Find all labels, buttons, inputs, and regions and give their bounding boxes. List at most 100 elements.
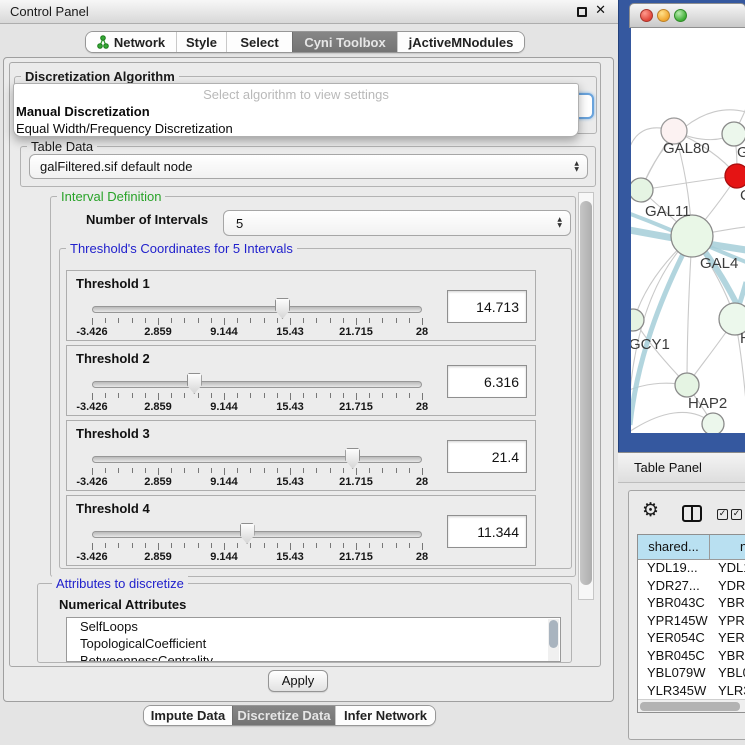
cell-name[interactable]: YBL0...: [710, 665, 745, 683]
slider-thumb[interactable]: [345, 448, 360, 469]
slider-ticks: [92, 318, 424, 326]
tab-network[interactable]: Network: [86, 32, 176, 52]
network-edge[interactable]: [641, 176, 737, 190]
checkbox-icon[interactable]: ✓: [717, 509, 728, 520]
number-of-intervals-value: 5: [236, 211, 243, 237]
tab-infer-network[interactable]: Infer Network: [335, 706, 435, 725]
tab-impute-data[interactable]: Impute Data: [144, 706, 232, 725]
network-window-frame[interactable]: GAL80GACGAL11GAL4GCY1HHAP2: [618, 0, 745, 452]
table-row[interactable]: YPR145WYPR1...: [638, 613, 745, 631]
tab-jactivemnodules[interactable]: jActiveMNodules: [397, 32, 524, 52]
network-edge[interactable]: [631, 412, 713, 432]
threshold-value-field[interactable]: 6.316: [447, 365, 527, 398]
attribute-list-item[interactable]: SelfLoops: [67, 618, 560, 635]
cell-shared-name[interactable]: YLR345W: [638, 683, 710, 701]
cell-shared-name[interactable]: YDR27...: [638, 578, 710, 596]
network-node[interactable]: [631, 309, 644, 331]
network-node-label: C: [740, 187, 745, 204]
tick-label: 15.43: [257, 476, 323, 488]
table-row[interactable]: YBR043CYBR0...: [638, 595, 745, 613]
tab-discretize-data[interactable]: Discretize Data: [232, 706, 335, 725]
slider-track[interactable]: [92, 531, 422, 538]
column-header-shared-name[interactable]: shared...: [638, 535, 710, 560]
table-row[interactable]: YBL079WYBL0...: [638, 665, 745, 683]
threshold-value-field[interactable]: 14.713: [447, 290, 527, 323]
table-row[interactable]: YDR27...YDR2...: [638, 578, 745, 596]
slider-thumb[interactable]: [275, 298, 290, 319]
algorithm-option-manual[interactable]: Manual Discretization: [14, 103, 578, 120]
cell-name[interactable]: YDL1...: [710, 560, 745, 578]
network-canvas[interactable]: GAL80GACGAL11GAL4GCY1HHAP2: [631, 28, 745, 433]
attribute-list-item[interactable]: TopologicalCoefficient: [67, 635, 560, 652]
close-window-button[interactable]: [640, 9, 653, 22]
cell-name[interactable]: YBR0...: [710, 595, 745, 613]
settings-scrollbar[interactable]: [578, 192, 594, 600]
tick-label: 15.43: [257, 326, 323, 338]
algorithm-option-equal-width[interactable]: Equal Width/Frequency Discretization: [14, 120, 578, 137]
numerical-attributes-list[interactable]: SelfLoopsTopologicalCoefficientBetweenne…: [66, 617, 561, 662]
slider-thumb[interactable]: [240, 523, 255, 544]
attributes-list-scrollbar-thumb[interactable]: [549, 620, 558, 648]
cell-shared-name[interactable]: YDL19...: [638, 560, 710, 578]
threshold-row-1: Threshold 1-3.4262.8599.14415.4321.71528…: [66, 270, 536, 341]
network-node-label: H: [740, 330, 745, 347]
network-node[interactable]: [722, 122, 745, 146]
network-window-titlebar[interactable]: [629, 3, 745, 28]
discretization-algorithm-group-title: Discretization Algorithm: [21, 69, 179, 84]
network-node[interactable]: [631, 178, 653, 202]
combo-arrows-icon: ▲▼: [557, 217, 562, 229]
cell-name[interactable]: YLR3...: [710, 683, 745, 701]
cell-name[interactable]: YDR2...: [710, 578, 745, 596]
cell-name[interactable]: YER0...: [710, 630, 745, 648]
minimize-window-button[interactable]: [657, 9, 670, 22]
network-node[interactable]: [702, 413, 724, 433]
slider-track[interactable]: [92, 306, 422, 313]
tick-label: 9.144: [191, 476, 257, 488]
algorithm-placeholder-option[interactable]: Select algorithm to view settings: [14, 84, 578, 103]
network-node[interactable]: [675, 373, 699, 397]
network-node-label: GAL4: [700, 255, 738, 272]
tab-style[interactable]: Style: [176, 32, 226, 52]
slider-thumb[interactable]: [187, 373, 202, 394]
cell-shared-name[interactable]: YBR045C: [638, 648, 710, 666]
slider-track[interactable]: [92, 381, 422, 388]
gear-icon[interactable]: ⚙: [642, 501, 659, 520]
screen: Control Panel ✕ NetworkStyleSelectCyni T…: [0, 0, 745, 745]
cell-shared-name[interactable]: YER054C: [638, 630, 710, 648]
network-edge[interactable]: [687, 236, 692, 385]
attributes-list-scrollbar[interactable]: [548, 619, 559, 662]
network-node[interactable]: [725, 164, 745, 188]
threshold-value-field[interactable]: 11.344: [447, 515, 527, 548]
number-of-intervals-combobox[interactable]: 5 ▲▼: [223, 210, 571, 236]
tick-label: -3.426: [59, 326, 125, 338]
table-horizontal-scrollbar[interactable]: [638, 699, 745, 712]
tab-label: Select: [240, 35, 278, 50]
column-header-name[interactable]: n: [710, 535, 745, 560]
cell-name[interactable]: YBR0...: [710, 648, 745, 666]
table-row[interactable]: YDL19...YDL1...: [638, 560, 745, 578]
columns-icon[interactable]: [682, 505, 702, 522]
close-icon[interactable]: ✕: [595, 3, 606, 18]
table-horizontal-scrollbar-thumb[interactable]: [640, 702, 740, 711]
checkbox-icon[interactable]: ✓: [731, 509, 742, 520]
table-data-combobox[interactable]: galFiltered.sif default node ▲▼: [29, 154, 588, 179]
attribute-list-item[interactable]: BetweennessCentrality: [67, 652, 560, 662]
slider-track[interactable]: [92, 456, 422, 463]
settings-scrollbar-thumb[interactable]: [580, 201, 592, 585]
network-node-label: GA: [737, 144, 745, 161]
tab-cyni-toolbox[interactable]: Cyni Toolbox: [292, 32, 397, 52]
table-row[interactable]: YLR345WYLR3...: [638, 683, 745, 701]
zoom-window-button[interactable]: [674, 9, 687, 22]
tick-label: 28: [389, 326, 455, 338]
cell-shared-name[interactable]: YPR145W: [638, 613, 710, 631]
threshold-value-field[interactable]: 21.4: [447, 440, 527, 473]
cell-shared-name[interactable]: YBR043C: [638, 595, 710, 613]
network-node[interactable]: [671, 215, 713, 257]
tab-select[interactable]: Select: [226, 32, 292, 52]
cell-shared-name[interactable]: YBL079W: [638, 665, 710, 683]
cell-name[interactable]: YPR1...: [710, 613, 745, 631]
table-row[interactable]: YER054CYER0...: [638, 630, 745, 648]
table-row[interactable]: YBR045CYBR0...: [638, 648, 745, 666]
apply-button[interactable]: Apply: [268, 670, 328, 692]
float-window-icon[interactable]: [577, 7, 587, 17]
